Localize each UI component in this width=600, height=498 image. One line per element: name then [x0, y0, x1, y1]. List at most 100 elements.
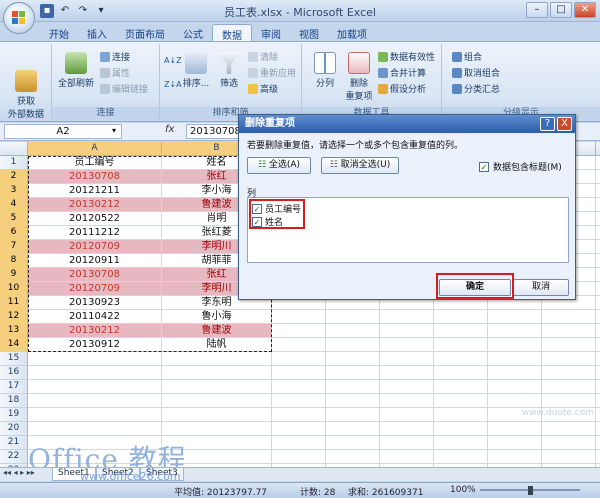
cell-a[interactable]: 20121211 — [28, 184, 162, 198]
cell-empty[interactable] — [542, 338, 596, 352]
has-header-option[interactable]: ✓ 数据包含标题(M) — [479, 160, 562, 173]
row-header[interactable]: 5 — [0, 212, 28, 226]
cell-empty[interactable] — [326, 436, 380, 450]
tab-4[interactable]: 数据 — [212, 24, 252, 42]
cell-a[interactable]: 20110422 — [28, 310, 162, 324]
cell-b[interactable]: 鲁小海 — [162, 310, 272, 324]
zoom-slider-thumb[interactable] — [528, 486, 533, 495]
column-checkbox-id[interactable]: ✓ — [252, 203, 262, 214]
cell-empty[interactable] — [596, 198, 600, 212]
remove-duplicates-button[interactable]: 删除 重复项 — [342, 52, 376, 102]
row-header[interactable]: 1 — [0, 156, 28, 170]
column-header[interactable]: I — [596, 142, 600, 156]
filter-button[interactable]: 筛选 — [214, 52, 244, 89]
consolidate-button[interactable]: 合并计算 — [378, 66, 426, 79]
cell-b[interactable]: 陆帆 — [162, 338, 272, 352]
column-header[interactable]: A — [28, 142, 162, 156]
edit-links-button[interactable]: 编辑链接 — [100, 82, 148, 95]
cell-empty[interactable] — [434, 408, 488, 422]
row-header[interactable]: 16 — [0, 366, 28, 380]
select-all-button[interactable]: ☷ 全选(A) — [247, 157, 311, 174]
cell-empty[interactable] — [434, 422, 488, 436]
row-header[interactable]: 22 — [0, 450, 28, 464]
row-header[interactable]: 8 — [0, 254, 28, 268]
cell-empty[interactable] — [596, 394, 600, 408]
cell-empty[interactable] — [488, 394, 542, 408]
cell-empty[interactable] — [272, 380, 326, 394]
cell-empty[interactable] — [596, 324, 600, 338]
minimize-button[interactable]: – — [526, 2, 548, 18]
cell-empty[interactable] — [326, 324, 380, 338]
cell-empty[interactable] — [596, 254, 600, 268]
cell-empty[interactable] — [488, 436, 542, 450]
row-header[interactable]: 19 — [0, 408, 28, 422]
tab-7[interactable]: 加载项 — [328, 24, 376, 42]
cell-empty[interactable] — [542, 450, 596, 464]
cell-empty[interactable] — [542, 380, 596, 394]
connections-button[interactable]: 连接 — [100, 50, 130, 63]
zoom-level[interactable]: 100% — [450, 485, 476, 495]
advanced-filter-button[interactable]: 高级 — [248, 82, 278, 95]
cell-empty[interactable] — [542, 366, 596, 380]
row-header[interactable]: 11 — [0, 296, 28, 310]
cell-empty[interactable] — [380, 436, 434, 450]
row-header[interactable]: 15 — [0, 352, 28, 366]
cell-a[interactable]: 20130708 — [28, 268, 162, 282]
columns-listbox[interactable]: ✓ 员工编号 ✓ 姓名 — [247, 197, 569, 263]
cell-empty[interactable] — [542, 310, 596, 324]
cell-b[interactable] — [162, 408, 272, 422]
cell-empty[interactable] — [488, 380, 542, 394]
name-box[interactable]: A2 — [4, 124, 122, 139]
cell-empty[interactable] — [380, 324, 434, 338]
cell-empty[interactable] — [380, 338, 434, 352]
select-all-corner[interactable] — [0, 142, 28, 156]
cell-empty[interactable] — [596, 212, 600, 226]
group-button[interactable]: 组合 — [452, 50, 482, 63]
cell-empty[interactable] — [326, 310, 380, 324]
cell-a[interactable]: 20111212 — [28, 226, 162, 240]
cell-empty[interactable] — [488, 450, 542, 464]
cell-empty[interactable] — [272, 422, 326, 436]
cell-a[interactable]: 20130212 — [28, 198, 162, 212]
tab-6[interactable]: 视图 — [290, 24, 328, 42]
cell-empty[interactable] — [272, 394, 326, 408]
cell-b[interactable] — [162, 366, 272, 380]
row-header[interactable]: 4 — [0, 198, 28, 212]
name-box-dropdown-icon[interactable]: ▾ — [112, 126, 116, 135]
properties-button[interactable]: 属性 — [100, 66, 130, 79]
refresh-all-button[interactable]: 全部刷新 — [56, 52, 96, 89]
cell-a[interactable] — [28, 380, 162, 394]
cell-empty[interactable] — [380, 450, 434, 464]
row-header[interactable]: 14 — [0, 338, 28, 352]
sheet-nav-icon[interactable]: ◂◂ ◂ ▸ ▸▸ — [3, 468, 35, 477]
cell-empty[interactable] — [326, 422, 380, 436]
cell-empty[interactable] — [596, 408, 600, 422]
cell-b[interactable] — [162, 352, 272, 366]
row-header[interactable]: 2 — [0, 170, 28, 184]
tab-1[interactable]: 插入 — [78, 24, 116, 42]
cell-a[interactable]: 20130212 — [28, 324, 162, 338]
cell-a[interactable]: 20120709 — [28, 282, 162, 296]
cell-empty[interactable] — [434, 310, 488, 324]
tab-0[interactable]: 开始 — [40, 24, 78, 42]
cell-empty[interactable] — [380, 394, 434, 408]
cell-empty[interactable] — [596, 422, 600, 436]
row-header[interactable]: 20 — [0, 422, 28, 436]
cell-empty[interactable] — [596, 282, 600, 296]
cell-empty[interactable] — [488, 422, 542, 436]
cell-empty[interactable] — [272, 338, 326, 352]
cell-a[interactable]: 员工编号 — [28, 156, 162, 170]
cell-empty[interactable] — [596, 450, 600, 464]
cell-empty[interactable] — [380, 352, 434, 366]
cell-a[interactable]: 20120522 — [28, 212, 162, 226]
cell-empty[interactable] — [488, 352, 542, 366]
cell-empty[interactable] — [272, 310, 326, 324]
cell-empty[interactable] — [326, 408, 380, 422]
cell-empty[interactable] — [488, 310, 542, 324]
cell-empty[interactable] — [596, 352, 600, 366]
reapply-button[interactable]: 重新应用 — [248, 66, 296, 79]
cell-empty[interactable] — [488, 366, 542, 380]
unselect-all-button[interactable]: ☷ 取消全选(U) — [321, 157, 399, 174]
cell-empty[interactable] — [596, 184, 600, 198]
cancel-button[interactable]: 取消 — [513, 279, 569, 296]
